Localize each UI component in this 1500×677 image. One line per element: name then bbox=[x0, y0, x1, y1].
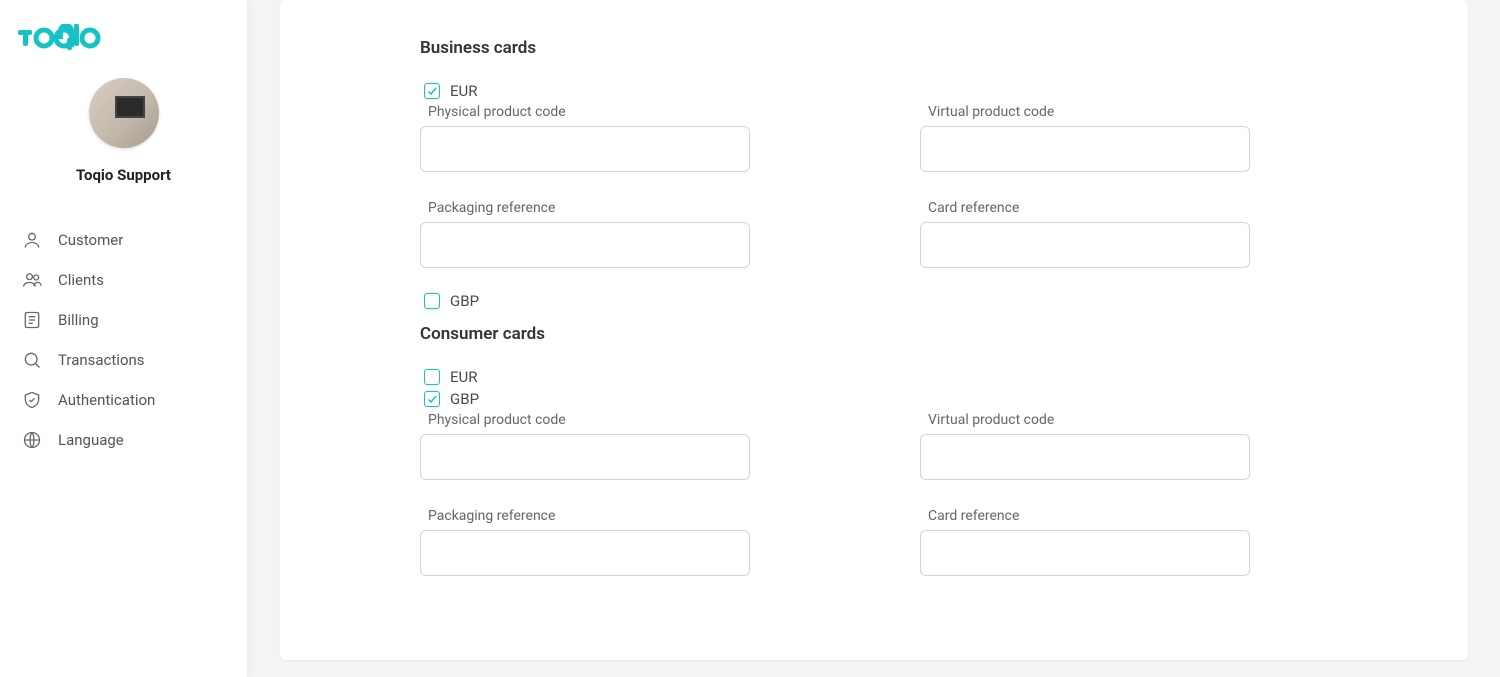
sidebar-item-customer[interactable]: Customer bbox=[0, 220, 247, 260]
avatar bbox=[89, 78, 159, 148]
profile-block: Toqio Support bbox=[0, 56, 247, 202]
input-business-virtual-product-code[interactable] bbox=[920, 126, 1250, 172]
shield-icon bbox=[22, 390, 42, 410]
sidebar-item-language[interactable]: Language bbox=[0, 420, 247, 460]
business-eur-field-grid: Physical product code Virtual product co… bbox=[420, 104, 1328, 268]
field-consumer-packaging-reference: Packaging reference bbox=[420, 508, 750, 576]
checkbox-label: GBP bbox=[450, 292, 479, 310]
sidebar-item-label: Transactions bbox=[58, 351, 145, 369]
sidebar-item-label: Authentication bbox=[58, 391, 155, 409]
checkbox-consumer-eur[interactable] bbox=[424, 369, 440, 385]
field-business-virtual-product-code: Virtual product code bbox=[920, 104, 1250, 172]
form-card: Business cards EUR Physical product code… bbox=[280, 0, 1468, 660]
sidebar-item-transactions[interactable]: Transactions bbox=[0, 340, 247, 380]
consumer-gbp-field-grid: Physical product code Virtual product co… bbox=[420, 412, 1328, 576]
sidebar: Toqio Support Customer Clients Billing bbox=[0, 0, 248, 677]
input-consumer-card-reference[interactable] bbox=[920, 530, 1250, 576]
sidebar-item-label: Customer bbox=[58, 231, 123, 249]
sidebar-item-label: Language bbox=[58, 431, 124, 449]
users-icon bbox=[22, 270, 42, 290]
sidebar-item-clients[interactable]: Clients bbox=[0, 260, 247, 300]
input-consumer-physical-product-code[interactable] bbox=[420, 434, 750, 480]
field-label: Packaging reference bbox=[428, 508, 750, 524]
sidebar-item-label: Clients bbox=[58, 271, 104, 289]
user-icon bbox=[22, 230, 42, 250]
globe-icon bbox=[22, 430, 42, 450]
field-label: Virtual product code bbox=[928, 412, 1250, 428]
field-label: Card reference bbox=[928, 200, 1250, 216]
field-business-card-reference: Card reference bbox=[920, 200, 1250, 268]
profile-name: Toqio Support bbox=[76, 166, 171, 184]
consumer-currency-eur-row: EUR bbox=[420, 368, 1328, 386]
field-business-packaging-reference: Packaging reference bbox=[420, 200, 750, 268]
field-label: Physical product code bbox=[428, 104, 750, 120]
sidebar-nav: Customer Clients Billing Transactions Au bbox=[0, 202, 247, 478]
main-area: Business cards EUR Physical product code… bbox=[248, 0, 1500, 677]
checkbox-consumer-gbp[interactable] bbox=[424, 391, 440, 407]
field-label: Card reference bbox=[928, 508, 1250, 524]
input-consumer-virtual-product-code[interactable] bbox=[920, 434, 1250, 480]
field-label: Packaging reference bbox=[428, 200, 750, 216]
checkbox-business-gbp[interactable] bbox=[424, 293, 440, 309]
business-currency-eur-row: EUR bbox=[420, 82, 1328, 100]
section-title-consumer: Consumer cards bbox=[420, 324, 1328, 344]
input-business-card-reference[interactable] bbox=[920, 222, 1250, 268]
checkbox-label: EUR bbox=[450, 368, 478, 386]
input-consumer-packaging-reference[interactable] bbox=[420, 530, 750, 576]
input-business-packaging-reference[interactable] bbox=[420, 222, 750, 268]
sidebar-item-authentication[interactable]: Authentication bbox=[0, 380, 247, 420]
input-business-physical-product-code[interactable] bbox=[420, 126, 750, 172]
sidebar-item-label: Billing bbox=[58, 311, 99, 329]
field-business-physical-product-code: Physical product code bbox=[420, 104, 750, 172]
field-label: Virtual product code bbox=[928, 104, 1250, 120]
checkbox-business-eur[interactable] bbox=[424, 83, 440, 99]
field-consumer-card-reference: Card reference bbox=[920, 508, 1250, 576]
field-label: Physical product code bbox=[428, 412, 750, 428]
search-icon bbox=[22, 350, 42, 370]
section-title-business: Business cards bbox=[420, 38, 1328, 58]
consumer-currency-gbp-row: GBP bbox=[420, 390, 1328, 408]
checkbox-label: GBP bbox=[450, 390, 479, 408]
field-consumer-virtual-product-code: Virtual product code bbox=[920, 412, 1250, 480]
field-consumer-physical-product-code: Physical product code bbox=[420, 412, 750, 480]
checkbox-label: EUR bbox=[450, 82, 478, 100]
billing-icon bbox=[22, 310, 42, 330]
business-currency-gbp-row: GBP bbox=[420, 292, 1328, 310]
brand-logo bbox=[0, 0, 247, 56]
sidebar-item-billing[interactable]: Billing bbox=[0, 300, 247, 340]
